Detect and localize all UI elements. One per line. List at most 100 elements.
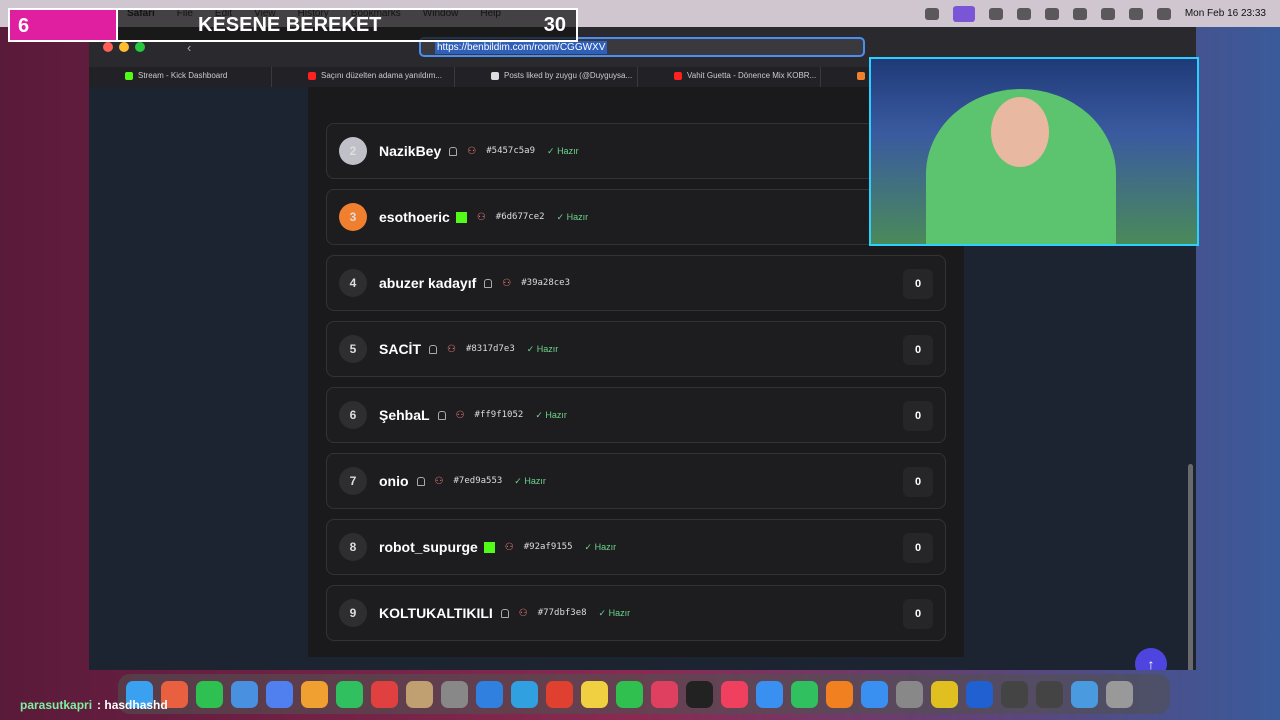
ready-label: Hazır xyxy=(566,211,589,222)
player-score: 0 xyxy=(903,467,933,497)
ready-label: Hazır xyxy=(524,475,546,486)
add-friend-icon[interactable]: ⚇ xyxy=(435,476,444,487)
dock-app-icon[interactable] xyxy=(791,680,818,708)
player-row[interactable]: 9 KOLTUKALTIKILI ⚇ #77dbf3e8 ✓ Hazır 0 xyxy=(326,585,946,641)
player-name: ŞehbaL xyxy=(379,407,430,423)
dock-app-icon[interactable] xyxy=(441,680,468,708)
leaderboard-panel: 2 NazikBey ⚇ #5457c5a9 ✓ Hazır 3 esothoeric ⚇ #6… xyxy=(308,87,964,657)
dock-app-icon[interactable] xyxy=(301,680,328,708)
dock-app-icon[interactable] xyxy=(931,680,958,708)
dock-app-icon[interactable] xyxy=(616,680,643,708)
player-row[interactable]: 2 NazikBey ⚇ #5457c5a9 ✓ Hazır xyxy=(326,123,946,179)
add-friend-icon[interactable]: ⚇ xyxy=(477,212,486,223)
cloud-icon[interactable] xyxy=(1044,7,1059,20)
flag-icon[interactable] xyxy=(988,7,1003,20)
dock-app-icon[interactable] xyxy=(511,680,538,708)
battery-icon[interactable] xyxy=(1100,7,1115,20)
dock-app-icon[interactable] xyxy=(721,680,748,708)
dock-app-icon[interactable] xyxy=(686,680,713,708)
player-rank: 2 xyxy=(339,137,367,165)
url-text: https://benbildim.com/room/CGGWXV xyxy=(435,40,608,54)
scrollbar[interactable] xyxy=(1188,464,1193,670)
player-id: #ff9f1052 xyxy=(474,410,524,420)
player-score: 0 xyxy=(903,401,933,431)
stream-banner: 6 KESENE BEREKET 30 xyxy=(8,8,578,42)
dock-app-icon[interactable] xyxy=(861,680,888,708)
ready-label: Hazır xyxy=(608,607,631,618)
browser-tab[interactable]: Posts liked by zuygu (@Duyguysa... xyxy=(455,67,638,87)
browser-tab[interactable]: Saçını düzelten adama yanıldım... xyxy=(272,67,455,87)
dock-app-icon[interactable] xyxy=(651,680,678,708)
ready-status: ✓ Hazır xyxy=(557,212,589,223)
dock-app-icon[interactable] xyxy=(406,680,433,708)
active-app-icon[interactable] xyxy=(952,5,975,22)
zoom-button[interactable] xyxy=(135,42,145,52)
chat-message: parasutkapri : hasdhashd xyxy=(20,698,168,712)
browser-tab[interactable]: Stream - Kick Dashboard xyxy=(89,67,272,87)
dock-app-icon[interactable] xyxy=(896,680,923,708)
dock-app-icon[interactable] xyxy=(336,680,363,708)
datetime[interactable]: Mon Feb 16 23:33 xyxy=(1185,8,1266,19)
streamer-head xyxy=(991,97,1049,167)
ready-status: ✓ Hazır xyxy=(514,476,546,487)
player-id: #5457c5a9 xyxy=(486,146,536,156)
player-row[interactable]: 5 SACİT ⚇ #8317d7e3 ✓ Hazır 0 xyxy=(326,321,946,377)
player-row[interactable]: 7 onio ⚇ #7ed9a553 ✓ Hazır 0 xyxy=(326,453,946,509)
dock-app-icon[interactable] xyxy=(476,680,503,708)
add-friend-icon[interactable]: ⚇ xyxy=(467,146,476,157)
ready-label: Hazır xyxy=(536,343,559,354)
player-row[interactable]: 4 abuzer kadayıf ⚇ #39a28ce3 0 xyxy=(326,255,946,311)
tab-favicon-icon xyxy=(308,71,316,80)
window-controls xyxy=(103,42,145,52)
player-rank: 5 xyxy=(339,335,367,363)
add-friend-icon[interactable]: ⚇ xyxy=(447,344,456,355)
add-friend-icon[interactable]: ⚇ xyxy=(505,542,514,553)
dock-app-icon[interactable] xyxy=(1106,680,1133,708)
dock-app-icon[interactable] xyxy=(1001,680,1028,708)
player-rank: 9 xyxy=(339,599,367,627)
screen-share-icon[interactable] xyxy=(924,7,939,20)
dock-app-icon[interactable] xyxy=(371,680,398,708)
player-name: abuzer kadayıf xyxy=(379,275,477,291)
add-friend-icon[interactable]: ⚇ xyxy=(502,278,511,289)
close-button[interactable] xyxy=(103,42,113,52)
banner-title: KESENE BEREKET xyxy=(198,13,382,36)
player-row[interactable]: 8 robot_supurge ⚇ #92af9155 ✓ Hazır 0 xyxy=(326,519,946,575)
status-area: Mon Feb 16 23:33 xyxy=(924,5,1266,22)
player-id: #77dbf3e8 xyxy=(537,608,587,618)
player-rank: 6 xyxy=(339,401,367,429)
user-icon xyxy=(484,278,493,288)
add-friend-icon[interactable]: ⚇ xyxy=(519,608,528,619)
dock-app-icon[interactable] xyxy=(1071,680,1098,708)
dock-app-icon[interactable] xyxy=(756,680,783,708)
minimize-button[interactable] xyxy=(119,42,129,52)
ready-status: ✓ Hazır xyxy=(585,542,617,553)
add-friend-icon[interactable]: ⚇ xyxy=(456,410,465,421)
player-rank: 7 xyxy=(339,467,367,495)
dock-app-icon[interactable] xyxy=(266,680,293,708)
tab-label: Vahit Guetta - Dönence Mix KOBR... xyxy=(687,71,817,80)
dock-app-icon[interactable] xyxy=(826,680,853,708)
dock-app-icon[interactable] xyxy=(546,680,573,708)
player-rank: 8 xyxy=(339,533,367,561)
player-id: #39a28ce3 xyxy=(521,278,571,288)
play-icon[interactable] xyxy=(1072,7,1087,20)
player-row[interactable]: 3 esothoeric ⚇ #6d677ce2 ✓ Hazır xyxy=(326,189,946,245)
scroll-to-top-button[interactable]: ↑ xyxy=(1135,648,1167,670)
dock-app-icon[interactable] xyxy=(581,680,608,708)
check-icon: ✓ xyxy=(547,145,558,156)
grid-icon[interactable] xyxy=(1016,7,1031,20)
dock-app-icon[interactable] xyxy=(231,680,258,708)
wifi-icon[interactable] xyxy=(1128,7,1143,20)
browser-tab[interactable]: Vahit Guetta - Dönence Mix KOBR... xyxy=(638,67,821,87)
banner-text: KESENE BEREKET 30 xyxy=(118,8,578,42)
search-icon[interactable] xyxy=(1156,7,1171,20)
check-icon: ✓ xyxy=(598,607,609,618)
dock-app-icon[interactable] xyxy=(1036,680,1063,708)
banner-count: 30 xyxy=(543,13,566,36)
dock-app-icon[interactable] xyxy=(196,680,223,708)
check-icon: ✓ xyxy=(556,211,567,222)
player-name: SACİT xyxy=(379,341,421,357)
dock-app-icon[interactable] xyxy=(966,680,993,708)
player-row[interactable]: 6 ŞehbaL ⚇ #ff9f1052 ✓ Hazır 0 xyxy=(326,387,946,443)
